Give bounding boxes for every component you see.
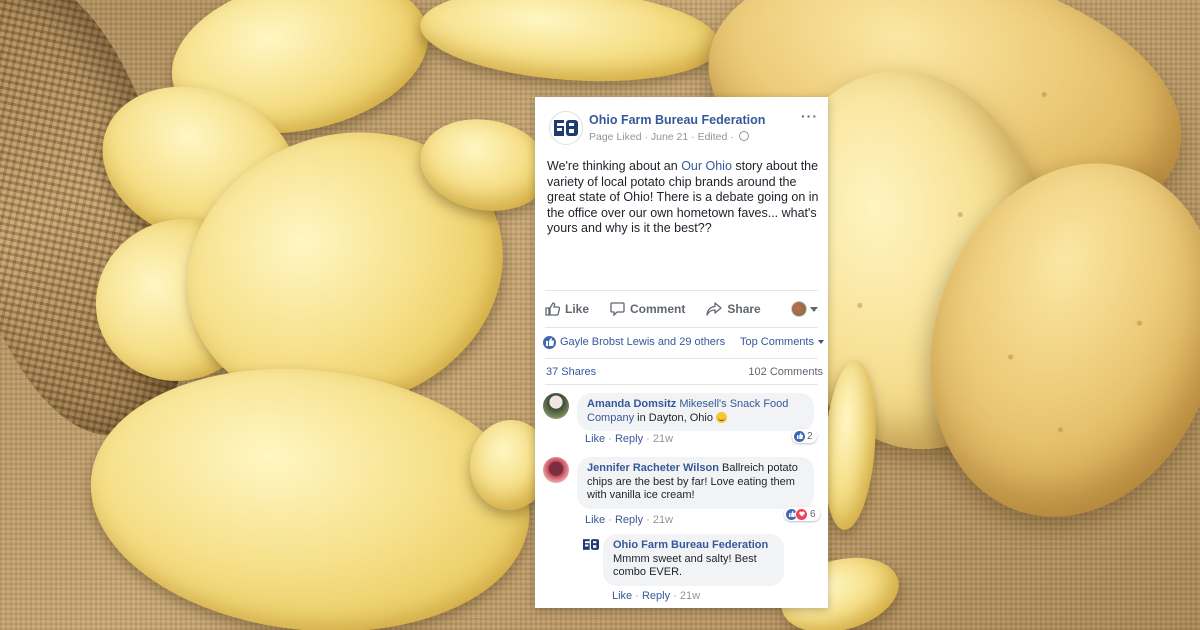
more-dots-icon[interactable]: ···: [801, 109, 818, 123]
comment-author[interactable]: Ohio Farm Bureau Federation: [613, 539, 768, 551]
like-reaction-icon: [543, 335, 556, 349]
reaction-count-badge[interactable]: 2: [792, 429, 817, 443]
comment-author[interactable]: Amanda Domsitz: [587, 398, 676, 410]
comment-icon: [610, 302, 625, 316]
chevron-down-icon: [810, 306, 818, 312]
heart-reaction-icon: [795, 507, 808, 521]
comment-actions: Like · Reply · 21w: [585, 514, 674, 526]
post-body: We're thinking about an Our Ohio story a…: [547, 159, 819, 237]
comment-like-link[interactable]: Like: [585, 433, 605, 445]
post-meta: Page Liked · June 21 · Edited ·: [589, 131, 749, 143]
divider: [545, 384, 818, 385]
comment-time[interactable]: 21w: [653, 433, 673, 445]
comment-reply: Ohio Farm Bureau Federation Mmmm sweet an…: [581, 534, 816, 604]
ofbf-logo-icon: [583, 538, 599, 550]
avatar[interactable]: [543, 457, 569, 483]
comment: Jennifer Racheter Wilson Ballreich potat…: [543, 457, 820, 529]
page-avatar[interactable]: [549, 111, 583, 145]
comment-bubble: Amanda Domsitz Mikesell's Snack Food Com…: [577, 393, 814, 431]
divider: [545, 358, 818, 359]
page-name[interactable]: Ohio Farm Bureau Federation: [589, 113, 765, 127]
page-avatar[interactable]: [581, 534, 601, 554]
comment: Amanda Domsitz Mikesell's Snack Food Com…: [543, 393, 817, 453]
like-label: Like: [565, 302, 590, 316]
like-reaction-icon: [794, 430, 805, 442]
reaction-count-badge[interactable]: 6: [784, 507, 820, 521]
comment-like-link[interactable]: Like: [612, 590, 632, 602]
shares-comments-row: 37 Shares 102 Comments: [546, 366, 823, 378]
comment-like-link[interactable]: Like: [585, 514, 605, 526]
share-button[interactable]: Share: [706, 302, 761, 316]
post-header: Ohio Farm Bureau Federation Page Liked ·…: [549, 109, 820, 147]
post-as-selector[interactable]: [791, 301, 818, 317]
post-meta-text: Page Liked · June 21 · Edited ·: [589, 131, 737, 143]
avatar[interactable]: [543, 393, 569, 419]
comment-reply-link[interactable]: Reply: [615, 433, 643, 445]
thumbs-up-icon: [545, 302, 560, 316]
reaction-count: 2: [807, 430, 813, 442]
globe-icon: [738, 131, 749, 141]
comment-label: Comment: [630, 302, 686, 316]
comment-bubble: Jennifer Racheter Wilson Ballreich potat…: [577, 457, 814, 509]
comment-bubble: Ohio Farm Bureau Federation Mmmm sweet an…: [603, 534, 784, 586]
divider: [545, 290, 818, 291]
reaction-count: 6: [810, 508, 816, 520]
ofbf-logo-icon: [554, 120, 578, 136]
smile-emoji-icon: [716, 411, 728, 423]
facebook-post-card: Ohio Farm Bureau Federation Page Liked ·…: [535, 97, 828, 608]
comment-time[interactable]: 21w: [680, 590, 700, 602]
shares-count[interactable]: 37 Shares: [546, 366, 596, 378]
our-ohio-link[interactable]: Our Ohio: [681, 159, 732, 173]
chevron-down-icon: [818, 340, 824, 344]
comment-reply-link[interactable]: Reply: [642, 590, 670, 602]
potato-chip: [417, 0, 723, 91]
sort-label: Top Comments: [740, 336, 814, 348]
comment-actions: Like · Reply · 21w: [585, 433, 674, 445]
likes-summary: Gayle Brobst Lewis and 29 others Top Com…: [543, 334, 824, 350]
share-label: Share: [727, 302, 761, 316]
top-comments-dropdown[interactable]: Top Comments: [740, 336, 824, 348]
post-text-part: We're thinking about an: [547, 159, 682, 173]
like-button[interactable]: Like: [545, 302, 589, 316]
comment-button[interactable]: Comment: [610, 302, 685, 316]
user-avatar: [791, 301, 807, 317]
share-arrow-icon: [706, 302, 723, 316]
comment-time[interactable]: 21w: [653, 514, 673, 526]
likes-text[interactable]: Gayle Brobst Lewis and 29 others: [560, 336, 725, 348]
comments-count[interactable]: 102 Comments: [748, 366, 823, 378]
comment-text: in Dayton, Ohio: [634, 411, 717, 424]
comment-reply-link[interactable]: Reply: [615, 514, 643, 526]
post-actions: Like Comment Share: [545, 296, 818, 322]
divider: [545, 327, 818, 328]
comment-text: Mmmm sweet and salty! Best combo EVER.: [613, 552, 757, 579]
comment-actions: Like · Reply · 21w: [612, 590, 701, 602]
comment-author[interactable]: Jennifer Racheter Wilson: [587, 462, 719, 474]
